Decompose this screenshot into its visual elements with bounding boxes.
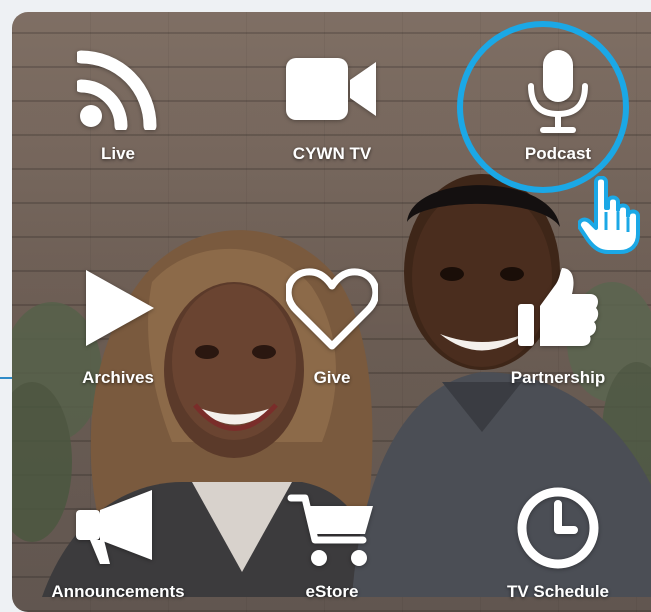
menu-item-label: Archives (82, 368, 154, 387)
menu-item-give[interactable]: Give (242, 258, 422, 388)
menu-item-partnership[interactable]: Partnership (468, 258, 648, 388)
menu-item-label: eStore (305, 582, 359, 601)
video-camera-icon (242, 54, 422, 124)
menu-item-label: TV Schedule (506, 582, 610, 601)
menu-item-label: Live (100, 144, 136, 163)
menu-item-label: CYWN TV (292, 144, 372, 163)
app-menu-panel: Live CYWN TV Podcast Archives Give Partn… (12, 12, 651, 612)
rss-icon (28, 48, 208, 130)
heart-icon (242, 266, 422, 352)
microphone-icon (468, 48, 648, 134)
menu-item-cywn-tv[interactable]: CYWN TV (242, 42, 422, 172)
hand-pointer-icon (578, 176, 640, 254)
menu-item-label: Partnership (510, 368, 606, 387)
menu-item-estore[interactable]: eStore (242, 482, 422, 612)
megaphone-icon (28, 484, 208, 570)
menu-item-label: Podcast (524, 144, 592, 163)
menu-item-label: Announcements (51, 582, 185, 601)
menu-item-label: Give (313, 368, 351, 387)
thumbs-up-icon (468, 264, 648, 350)
clock-icon (468, 486, 648, 570)
menu-grid: Live CYWN TV Podcast Archives Give Partn… (12, 12, 651, 601)
play-icon (28, 266, 208, 350)
menu-item-tv-schedule[interactable]: TV Schedule (468, 482, 648, 612)
shopping-cart-icon (242, 490, 422, 570)
menu-item-podcast[interactable]: Podcast (468, 42, 648, 172)
menu-item-announcements[interactable]: Announcements (28, 482, 208, 612)
menu-item-archives[interactable]: Archives (28, 258, 208, 388)
menu-item-live[interactable]: Live (28, 42, 208, 172)
